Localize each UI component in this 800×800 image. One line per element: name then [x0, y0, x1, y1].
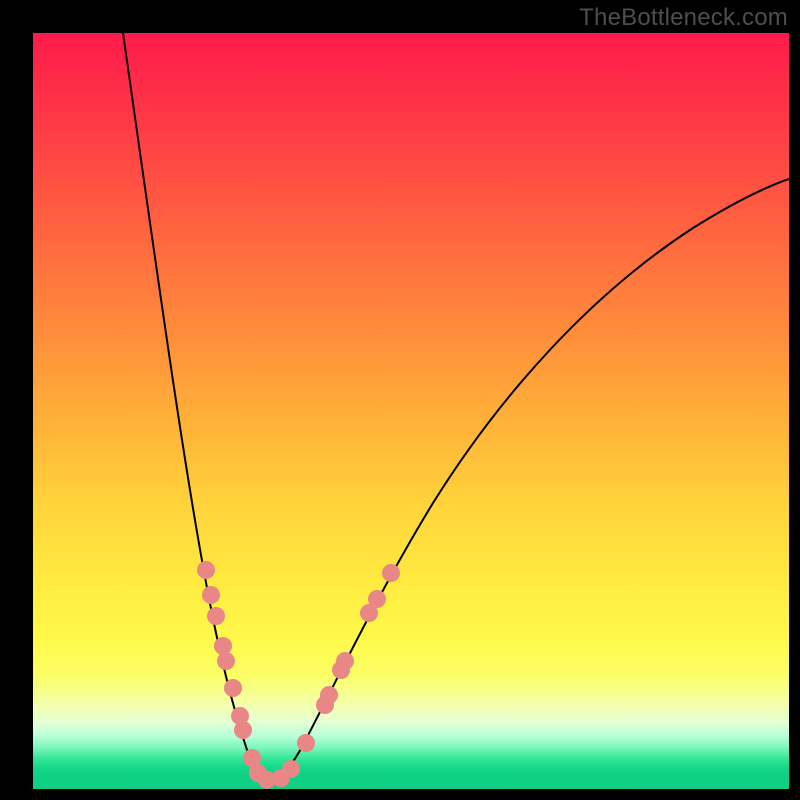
- data-point: [197, 561, 215, 579]
- data-point: [382, 564, 400, 582]
- data-point: [214, 637, 232, 655]
- chart-overlay: [33, 33, 789, 789]
- data-point: [234, 721, 252, 739]
- data-point: [224, 679, 242, 697]
- curve-left: [123, 33, 267, 781]
- data-point: [368, 590, 386, 608]
- data-point: [207, 607, 225, 625]
- chart-frame: TheBottleneck.com: [0, 0, 800, 800]
- watermark-text: TheBottleneck.com: [579, 4, 788, 32]
- data-point: [282, 760, 300, 778]
- data-point: [320, 686, 338, 704]
- data-point: [297, 734, 315, 752]
- data-point: [202, 586, 220, 604]
- data-point: [336, 652, 354, 670]
- data-point: [217, 652, 235, 670]
- curve-right: [267, 179, 789, 781]
- plot-area: [33, 33, 789, 789]
